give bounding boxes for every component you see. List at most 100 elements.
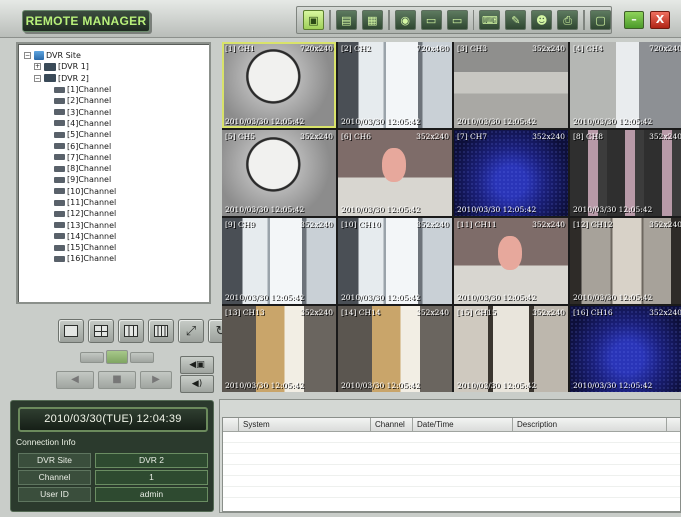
camera-tile-ch5[interactable]: [5] CH5 352x240 2010/03/30 12:05:42 — [222, 130, 336, 216]
tree-item-channel[interactable]: [2]Channel — [22, 95, 205, 106]
log-header: System Channel Date/Time Description — [223, 418, 680, 432]
tree-item-channel[interactable]: [8]Channel — [22, 163, 205, 174]
tree-item-channel[interactable]: [6]Channel — [22, 140, 205, 151]
audio-button[interactable]: ◀) — [180, 375, 214, 393]
tree-item-channel[interactable]: [16]Channel — [22, 253, 205, 264]
camera-icon — [54, 222, 65, 229]
stop-button[interactable]: ■ — [98, 371, 136, 389]
camera-label: [8] CH8 — [573, 132, 604, 141]
tree-item-site[interactable]: − DVR Site — [22, 50, 205, 61]
camera-capture-button[interactable]: ◀▣ — [180, 356, 214, 374]
tree-item-channel[interactable]: [1]Channel — [22, 84, 205, 95]
camera-tile-ch6[interactable]: [6] CH6 352x240 2010/03/30 12:05:42 — [338, 130, 452, 216]
tree-item-channel[interactable]: [7]Channel — [22, 152, 205, 163]
toolbar-setup-button[interactable]: ◉ — [394, 10, 416, 30]
camera-timestamp: 2010/03/30 12:05:42 — [341, 293, 421, 302]
camera-tile-ch9[interactable]: [9] CH9 352x240 2010/03/30 12:05:42 — [222, 218, 336, 304]
tree-item-channel[interactable]: [10]Channel — [22, 186, 205, 197]
collapse-icon[interactable]: − — [24, 52, 31, 60]
prev-button[interactable]: ◀ — [56, 371, 94, 389]
zoom-in-button[interactable] — [130, 352, 154, 363]
log-col-datetime[interactable]: Date/Time — [413, 418, 513, 431]
camera-tile-ch3[interactable]: [3] CH3 352x240 2010/03/30 12:05:42 — [454, 42, 568, 128]
toolbar-separator — [328, 10, 331, 30]
log-row — [223, 443, 680, 454]
device-tree[interactable]: − DVR Site + [DVR 1] − [DVR 2] [1]Channel [2]Ch… — [16, 42, 211, 304]
zoom-out-button[interactable] — [80, 352, 104, 363]
event-log-table[interactable]: System Channel Date/Time Description — [222, 417, 681, 512]
log-col-system[interactable]: System — [239, 418, 371, 431]
layout-16-button[interactable] — [148, 319, 174, 343]
conn-row-user-id: User ID admin — [18, 487, 208, 502]
next-button[interactable]: ▶ — [140, 371, 172, 389]
log-row — [223, 476, 680, 487]
camera-tile-ch15[interactable]: [15] CH15 352x240 2010/03/30 12:05:42 — [454, 306, 568, 392]
camera-tile-ch11[interactable]: [11] CH11 352x240 2010/03/30 12:05:42 — [454, 218, 568, 304]
minimize-button[interactable]: – — [624, 11, 644, 29]
tree-item-channel[interactable]: [12]Channel — [22, 208, 205, 219]
tree-item-dvr-1[interactable]: + [DVR 1] — [22, 61, 205, 72]
log-col-description[interactable]: Description — [513, 418, 667, 431]
toolbar-playback-button[interactable]: ▤ — [335, 10, 357, 30]
close-button[interactable]: X — [650, 11, 670, 29]
tree-item-channel[interactable]: [11]Channel — [22, 197, 205, 208]
camera-tile-ch10[interactable]: [10] CH10 352x240 2010/03/30 12:05:42 — [338, 218, 452, 304]
camera-tile-ch13[interactable]: [13] CH13 352x240 2010/03/30 12:05:42 — [222, 306, 336, 392]
camera-resolution: 352x240 — [300, 220, 333, 229]
collapse-icon[interactable]: − — [34, 74, 41, 82]
toolbar-backup-button[interactable]: ⎙ — [557, 10, 579, 30]
camera-timestamp: 2010/03/30 12:05:42 — [573, 381, 653, 390]
tree-item-channel[interactable]: [4]Channel — [22, 118, 205, 129]
camera-tile-ch14[interactable]: [14] CH14 352x240 2010/03/30 12:05:42 — [338, 306, 452, 392]
fullscreen-button[interactable]: ⤢ — [178, 319, 204, 343]
toolbar-live-view-button[interactable]: ▣ — [303, 10, 324, 30]
camera-timestamp: 2010/03/30 12:05:42 — [573, 205, 653, 214]
camera-resolution: 720x240 — [649, 44, 681, 53]
camera-timestamp: 2010/03/30 12:05:42 — [457, 293, 537, 302]
camera-resolution: 352x240 — [416, 220, 449, 229]
log-col-channel[interactable]: Channel — [371, 418, 413, 431]
toolbar-event-button[interactable]: ☻ — [531, 10, 553, 30]
tree-item-label: [15]Channel — [67, 243, 117, 253]
conn-key: DVR Site — [18, 453, 91, 468]
camera-timestamp: 2010/03/30 12:05:42 — [225, 205, 305, 214]
toolbar-print-button[interactable]: ⌨ — [479, 10, 501, 30]
tree-item-channel[interactable]: [15]Channel — [22, 242, 205, 253]
camera-icon — [54, 233, 65, 240]
layout-4-button[interactable] — [88, 319, 114, 343]
layout-1-button[interactable] — [58, 319, 84, 343]
tree-item-channel[interactable]: [9]Channel — [22, 174, 205, 185]
camera-tile-ch8[interactable]: [8] CH8 352x240 2010/03/30 12:05:42 — [570, 130, 681, 216]
camera-tile-ch7[interactable]: [7] CH7 352x240 2010/03/30 12:05:42 — [454, 130, 568, 216]
camera-resolution: 720x240 — [300, 44, 333, 53]
tree-item-channel[interactable]: [3]Channel — [22, 106, 205, 117]
camera-tile-ch2[interactable]: [2] CH2 720x480 2010/03/30 12:05:42 — [338, 42, 452, 128]
tree-item-channel[interactable]: [5]Channel — [22, 129, 205, 140]
tree-item-channel[interactable]: [14]Channel — [22, 231, 205, 242]
ptz-center-button[interactable] — [106, 350, 128, 364]
camera-icon — [54, 165, 65, 172]
layout-9-button[interactable] — [118, 319, 144, 343]
layout-16-icon — [154, 325, 168, 337]
toolbar-export-button[interactable]: ▭ — [446, 10, 468, 30]
tree-item-dvr-2[interactable]: − [DVR 2] — [22, 73, 205, 84]
toolbar-config-button[interactable]: ✎ — [505, 10, 527, 30]
camera-timestamp: 2010/03/30 12:05:42 — [341, 117, 421, 126]
expand-icon[interactable]: + — [34, 63, 41, 71]
toolbar-info-button[interactable]: ▢ — [590, 10, 612, 30]
camera-resolution: 352x240 — [300, 132, 333, 141]
log-row — [223, 487, 680, 498]
toolbar-record-button[interactable]: ▭ — [420, 10, 442, 30]
tree-item-label: [DVR 2] — [58, 73, 89, 83]
stop-icon: ■ — [112, 374, 122, 385]
setup-icon: ◉ — [400, 13, 410, 27]
tree-item-channel[interactable]: [13]Channel — [22, 219, 205, 230]
conn-row-dvr-site: DVR Site DVR 2 — [18, 453, 208, 468]
camera-tile-ch4[interactable]: [4] CH4 720x240 2010/03/30 12:05:42 — [570, 42, 681, 128]
camera-icon — [54, 109, 65, 116]
window-controls: – X — [614, 6, 681, 34]
camera-tile-ch16[interactable]: [16] CH16 352x240 2010/03/30 12:05:42 — [570, 306, 681, 392]
toolbar-search-button[interactable]: ▦ — [361, 10, 383, 30]
camera-tile-ch1[interactable]: [1] CH1 720x240 2010/03/30 12:05:42 — [222, 42, 336, 128]
camera-tile-ch12[interactable]: [12] CH12 352x240 2010/03/30 12:05:42 — [570, 218, 681, 304]
